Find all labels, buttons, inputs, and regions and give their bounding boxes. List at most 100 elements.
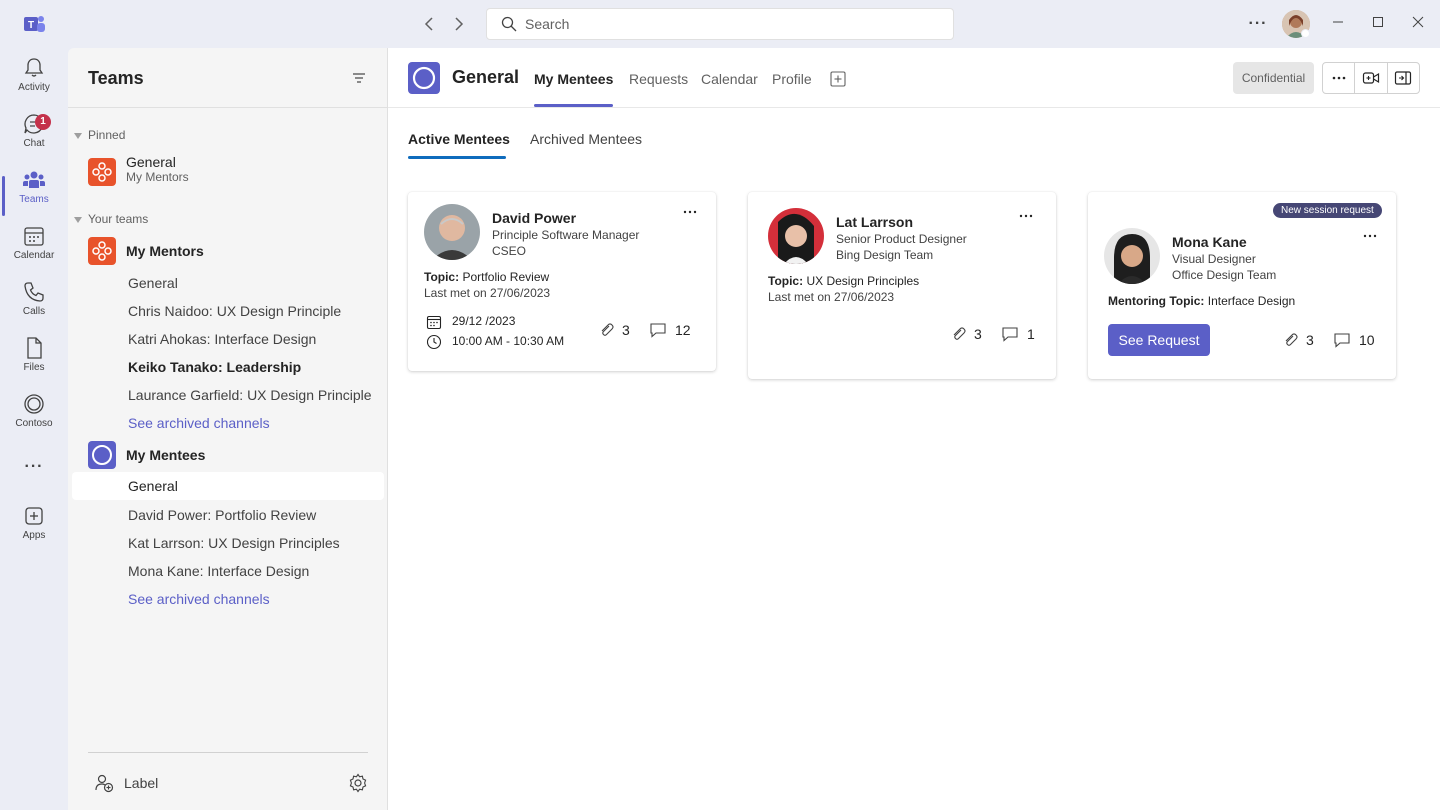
ellipsis-icon — [1363, 234, 1377, 238]
tab-profile[interactable]: Profile — [772, 71, 812, 87]
tab-active-mentees[interactable]: Active Mentees — [408, 131, 510, 147]
panel-header: Teams — [68, 48, 387, 108]
tab-archived-mentees[interactable]: Archived Mentees — [530, 131, 642, 147]
attachments-number: 3 — [1306, 332, 1314, 348]
rail-item-teams[interactable]: Teams — [0, 168, 68, 224]
team-name: My Mentees — [126, 447, 206, 463]
see-request-button[interactable]: See Request — [1108, 324, 1210, 356]
section-label: Pinned — [88, 128, 126, 142]
mentee-card[interactable]: Lat Larrson Senior Product Designer Bing… — [748, 192, 1056, 379]
mentee-org: Office Design Team — [1172, 268, 1277, 282]
more-options-button[interactable] — [1323, 63, 1356, 93]
rail-item-apps[interactable]: Apps — [0, 504, 68, 560]
channel-item[interactable]: Kat Larrson: UX Design Principles — [72, 529, 384, 557]
channel-item[interactable]: Katri Ahokas: Interface Design — [72, 325, 384, 353]
contoso-icon — [24, 394, 44, 414]
active-tab-indicator — [534, 104, 613, 107]
last-met: Last met on 27/06/2023 — [768, 290, 895, 304]
search-placeholder: Search — [525, 16, 570, 32]
rail-label: Calls — [22, 306, 46, 317]
people-add-icon[interactable] — [94, 773, 114, 793]
panel-footer: Label — [88, 752, 368, 810]
close-icon[interactable] — [1406, 12, 1430, 36]
channel-item[interactable]: General — [72, 269, 384, 297]
pinned-section-header[interactable]: Pinned — [74, 128, 125, 142]
attachments-count[interactable]: 3 — [598, 322, 630, 338]
rail-item-files[interactable]: Files — [0, 336, 68, 392]
collapse-caret-icon — [74, 216, 82, 223]
ellipsis-icon — [1019, 214, 1033, 218]
rail-item-chat[interactable]: Chat 1 — [0, 112, 68, 168]
rail-item-activity[interactable]: Activity — [0, 56, 68, 112]
card-more-button[interactable] — [1018, 208, 1034, 229]
rail-item-contoso[interactable]: Contoso — [0, 392, 68, 448]
attachments-number: 3 — [974, 326, 982, 342]
header-actions — [1322, 62, 1420, 94]
footer-label[interactable]: Label — [124, 775, 158, 791]
topic-label: Mentoring Topic: — [1108, 294, 1205, 308]
comments-count[interactable]: 12 — [649, 322, 691, 338]
pinned-channel-general[interactable]: General My Mentors — [88, 154, 378, 190]
filter-icon[interactable] — [351, 70, 367, 86]
avatar — [424, 204, 480, 260]
tab-requests[interactable]: Requests — [629, 71, 688, 87]
maximize-icon[interactable] — [1366, 12, 1390, 36]
calendar-icon — [24, 227, 44, 246]
add-tab-icon[interactable] — [830, 71, 846, 87]
channel-item[interactable]: Mona Kane: Interface Design — [72, 557, 384, 585]
title-bar: T Search ··· — [0, 0, 1440, 48]
channel-item[interactable]: Laurance Garfield: UX Design Principle — [72, 381, 384, 409]
channel-item[interactable]: David Power: Portfolio Review — [72, 501, 384, 529]
confidential-label: Confidential — [1233, 62, 1314, 94]
mentee-card[interactable]: David Power Principle Software Manager C… — [408, 192, 716, 371]
more-options-button[interactable]: ··· — [1246, 12, 1270, 36]
see-archived-channels-link[interactable]: See archived channels — [72, 585, 384, 613]
search-input[interactable]: Search — [486, 8, 954, 40]
main-content: General My Mentees Requests Calendar Pro… — [388, 48, 1440, 810]
team-my-mentees[interactable]: My Mentees — [88, 437, 378, 473]
your-teams-section-header[interactable]: Your teams — [74, 212, 148, 226]
back-arrow-icon[interactable] — [420, 14, 440, 34]
gear-icon[interactable] — [348, 773, 368, 793]
rail-label: Chat — [23, 138, 45, 149]
more-apps-button[interactable]: ··· — [0, 458, 68, 486]
teams-panel: Teams Pinned General My Mentors Your tea… — [68, 48, 388, 810]
comments-count[interactable]: 10 — [1333, 332, 1375, 348]
team-icon-my-mentees — [88, 441, 116, 469]
tab-my-mentees[interactable]: My Mentees — [534, 71, 613, 87]
team-my-mentors[interactable]: My Mentors — [88, 233, 378, 269]
paperclip-icon — [953, 327, 966, 340]
forward-arrow-icon[interactable] — [448, 14, 468, 34]
mentee-title: Senior Product Designer — [836, 232, 967, 246]
app-rail: Activity Chat 1 Teams Calendar Calls Fil… — [0, 48, 68, 810]
see-archived-channels-link[interactable]: See archived channels — [72, 409, 384, 437]
channel-item[interactable]: Chris Naidoo: UX Design Principle — [72, 297, 384, 325]
minimize-icon[interactable] — [1326, 12, 1350, 36]
mentee-card[interactable]: New session request Mona Kane Visual Des… — [1088, 192, 1396, 379]
channel-item-unread[interactable]: Keiko Tanako: Leadership — [72, 353, 384, 381]
attachments-count[interactable]: 3 — [1282, 332, 1314, 348]
bell-icon — [24, 58, 44, 77]
tab-calendar[interactable]: Calendar — [701, 71, 758, 87]
open-panel-button[interactable] — [1388, 63, 1419, 93]
rail-label: Files — [23, 362, 45, 373]
channel-team-icon — [408, 62, 440, 94]
unread-badge: 1 — [35, 114, 51, 130]
channel-item-selected[interactable]: General — [72, 472, 384, 500]
avatar — [768, 208, 824, 264]
svg-text:T: T — [28, 20, 34, 31]
comments-count[interactable]: 1 — [1001, 326, 1035, 342]
card-more-button[interactable] — [682, 204, 698, 225]
video-camera-icon — [1362, 72, 1380, 84]
last-met: Last met on 27/06/2023 — [424, 286, 551, 300]
meet-now-button[interactable] — [1355, 63, 1388, 93]
mentee-title: Visual Designer — [1172, 252, 1256, 266]
team-icon-my-mentors — [88, 237, 116, 265]
pinned-channel-name: General — [126, 154, 176, 170]
rail-item-calls[interactable]: Calls — [0, 280, 68, 336]
attachments-count[interactable]: 3 — [950, 326, 982, 342]
rail-item-calendar[interactable]: Calendar — [0, 224, 68, 280]
card-more-button[interactable] — [1362, 228, 1378, 249]
team-icon-my-mentors — [88, 158, 116, 186]
rail-label: Contoso — [15, 418, 53, 429]
